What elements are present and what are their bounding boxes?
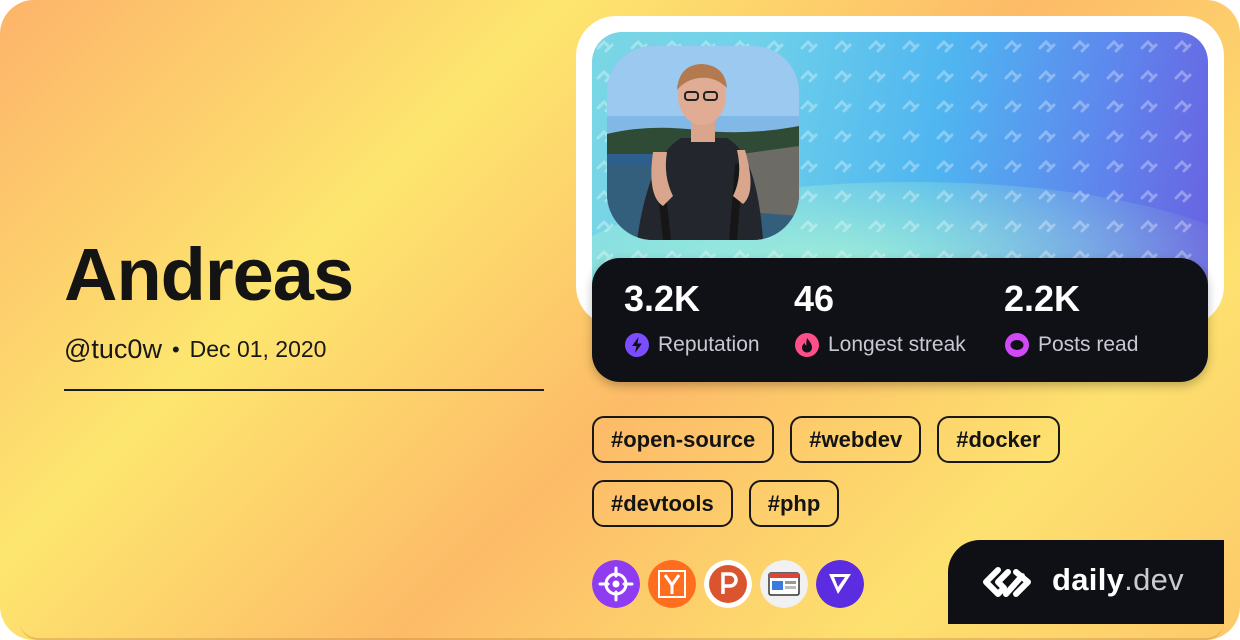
daily-dev-logo-icon <box>983 567 1031 597</box>
tag-list: #open-source #webdev #docker #devtools #… <box>592 416 1112 527</box>
devcard: Andreas @tuc0w • Dec 01, 2020 3.2K Reput… <box>0 0 1240 640</box>
divider <box>64 389 544 391</box>
card-edge <box>20 622 1224 640</box>
brand-name: daily <box>1052 562 1125 597</box>
stat-label: Longest streak <box>828 333 966 356</box>
profile-handle: @tuc0w <box>64 334 162 364</box>
tag[interactable]: #webdev <box>790 416 922 463</box>
profile-name: Andreas <box>64 233 354 316</box>
stats-panel: 3.2K Reputation 46 Longest streak 2.2K P… <box>592 258 1208 382</box>
stat-label: Reputation <box>658 333 760 356</box>
stat-longest-streak: 46 Longest streak <box>794 278 966 358</box>
y-source-icon[interactable] <box>648 560 696 608</box>
reading-ring-icon <box>1005 333 1029 357</box>
brand-wordmark: daily.dev <box>1052 562 1184 598</box>
tag[interactable]: #php <box>748 480 840 527</box>
p-source-icon[interactable] <box>704 560 752 608</box>
daily-dev-brand[interactable]: daily.dev <box>948 540 1224 624</box>
crosshair-source-icon[interactable] <box>592 560 640 608</box>
joined-date: Dec 01, 2020 <box>189 336 327 362</box>
stat-label: Posts read <box>1038 333 1139 356</box>
v-source-icon[interactable] <box>816 560 864 608</box>
avatar <box>607 46 799 240</box>
brand-suffix: .dev <box>1124 562 1184 597</box>
source-list <box>592 560 864 608</box>
stat-value: 2.2K <box>1004 278 1081 319</box>
stat-value: 46 <box>794 278 835 319</box>
stat-value: 3.2K <box>624 278 701 319</box>
stat-reputation: 3.2K Reputation <box>624 278 760 358</box>
tag[interactable]: #open-source <box>592 416 775 463</box>
tag[interactable]: #docker <box>937 416 1060 463</box>
browser-source-icon[interactable] <box>760 560 808 608</box>
tag[interactable]: #devtools <box>592 480 733 527</box>
lightning-icon <box>625 333 649 357</box>
stat-posts-read: 2.2K Posts read <box>1004 278 1138 358</box>
meta-separator: • <box>171 336 180 362</box>
profile-meta: @tuc0w • Dec 01, 2020 <box>64 334 326 365</box>
flame-icon <box>795 333 819 357</box>
